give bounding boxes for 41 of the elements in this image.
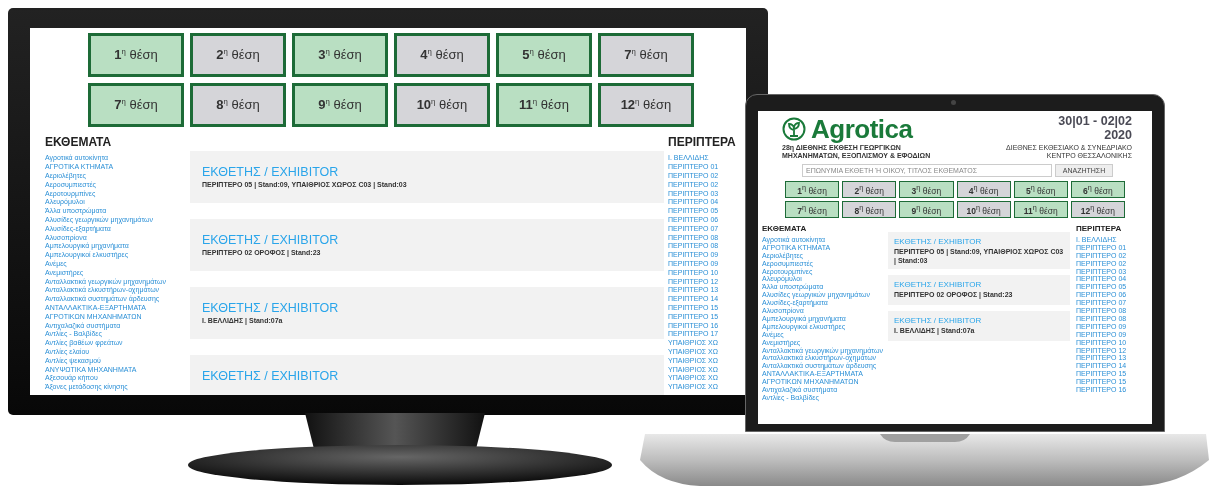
exhibitor-title[interactable]: ΕΚΘΕΤΗΣ / EXHIBITOR: [202, 369, 339, 384]
position-button[interactable]: 9$^{η}$ θέση: [899, 201, 954, 219]
position-button[interactable]: 7$^{η}$ θέση: [88, 83, 184, 127]
position-button[interactable]: 7$^{η}$ θέση: [785, 201, 840, 219]
exhibitor-title[interactable]: ΕΚΘΕΤΗΣ / EXHIBITOR: [202, 165, 339, 180]
position-button[interactable]: 5$^{η}$ θέση: [1013, 181, 1068, 199]
position-button[interactable]: 4$^{η}$ θέση: [394, 33, 490, 77]
exhibitor-title[interactable]: ΕΚΘΕΤΗΣ / EXHIBITOR: [202, 233, 339, 248]
position-button[interactable]: 10$^{η}$ θέση: [956, 201, 1011, 219]
position-button[interactable]: 9$^{η}$ θέση: [292, 83, 388, 127]
camera-icon: [951, 100, 956, 105]
position-button[interactable]: 6$^{η}$ θέση: [1070, 181, 1125, 199]
sprout-logo-icon: [782, 116, 806, 141]
position-button[interactable]: 4$^{η}$ θέση: [956, 181, 1011, 199]
position-button[interactable]: 5$^{η}$ θέση: [496, 33, 592, 77]
position-button[interactable]: 1$^{η}$ θέση: [785, 181, 840, 199]
position-button[interactable]: 1$^{η}$ θέση: [88, 33, 184, 77]
event-dates: 30|01 - 02|02: [1058, 115, 1132, 129]
section-heading: ΠΕΡΙΠΤΕΡΑ: [668, 135, 736, 150]
position-button[interactable]: 11$^{η}$ θέση: [496, 83, 592, 127]
position-button[interactable]: 3$^{η}$ θέση: [899, 181, 954, 199]
position-button[interactable]: 12$^{η}$ θέση: [1070, 201, 1125, 219]
logo-text: Agrotica: [811, 115, 913, 142]
position-button[interactable]: 10$^{η}$ θέση: [394, 83, 490, 127]
position-button[interactable]: 2$^{η}$ θέση: [190, 33, 286, 77]
position-button[interactable]: 3$^{η}$ θέση: [292, 33, 388, 77]
exhibitor-title[interactable]: ΕΚΘΕΤΗΣ / EXHIBITOR: [894, 280, 982, 290]
position-button[interactable]: 8$^{η}$ θέση: [190, 83, 286, 127]
section-heading: ΠΕΡΙΠΤΕΡΑ: [1076, 224, 1122, 234]
section-heading: ΕΚΘΕΜΑΤΑ: [45, 135, 112, 150]
exhibitor-card[interactable]: ΕΚΘΕΤΗΣ / EXHIBITOR: [190, 355, 664, 395]
position-button[interactable]: 2$^{η}$ θέση: [842, 181, 897, 199]
section-heading: ΕΚΘΕΜΑΤΑ: [762, 224, 807, 234]
position-button[interactable]: 8$^{η}$ θέση: [842, 201, 897, 219]
exhibitor-title[interactable]: ΕΚΘΕΤΗΣ / EXHIBITOR: [894, 316, 982, 326]
exhibitor-title[interactable]: ΕΚΘΕΤΗΣ / EXHIBITOR: [202, 301, 339, 316]
position-button[interactable]: 7$^{η}$ θέση: [598, 33, 694, 77]
event-year: 2020: [1104, 128, 1132, 143]
position-button[interactable]: 12$^{η}$ θέση: [598, 83, 694, 127]
position-button[interactable]: 11$^{η}$ θέση: [1013, 201, 1068, 219]
exhibitor-title[interactable]: ΕΚΘΕΤΗΣ / EXHIBITOR: [894, 237, 982, 247]
